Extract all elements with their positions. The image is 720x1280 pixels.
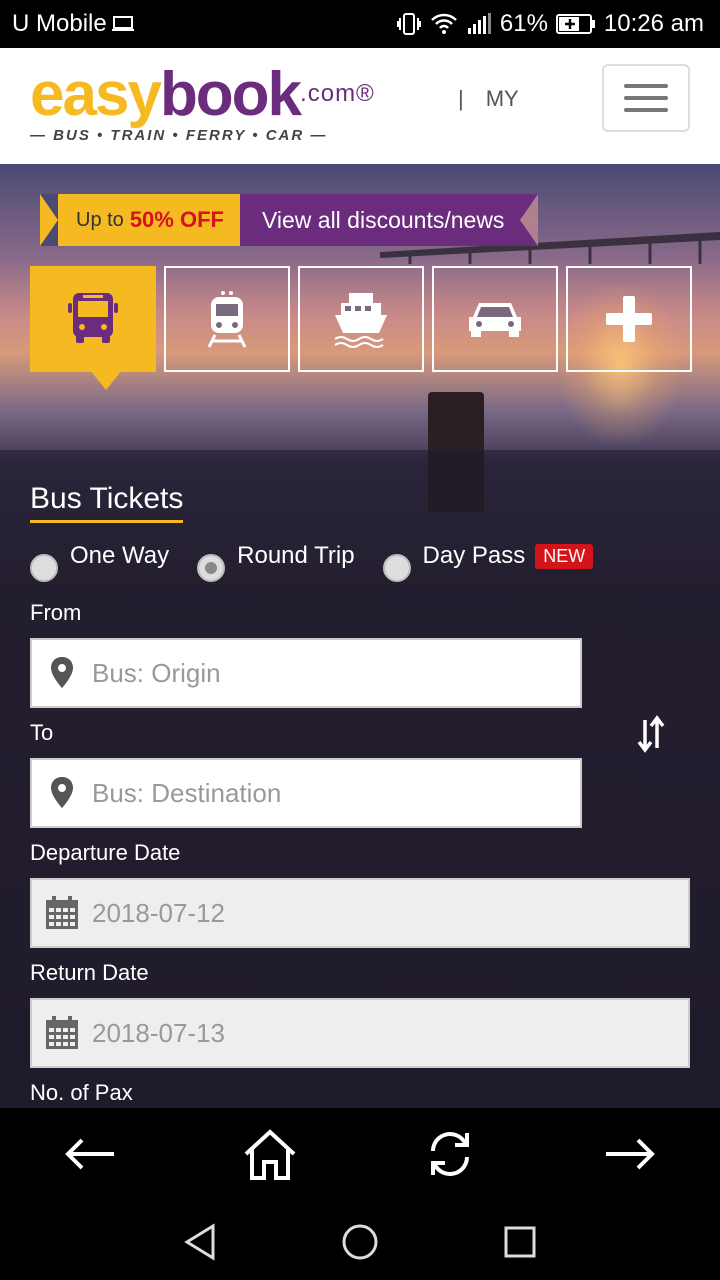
hero-banner: Up to 50% OFF View all discounts/news Bu… bbox=[0, 164, 720, 1108]
train-icon bbox=[207, 291, 247, 348]
radio-label: Round Trip bbox=[237, 542, 355, 569]
country-selector[interactable]: | MY bbox=[458, 86, 519, 112]
radio-button[interactable] bbox=[382, 554, 411, 582]
trip-type-group: One Way Round Trip Day Pass NEW bbox=[30, 542, 621, 582]
status-icons: 61% 10:26 am bbox=[396, 10, 704, 38]
menu-bar-icon bbox=[624, 96, 668, 100]
plus-icon bbox=[606, 296, 652, 342]
nav-back-button[interactable] bbox=[180, 1222, 220, 1262]
battery-percent: 61% bbox=[499, 10, 548, 37]
destination-input[interactable]: Bus: Destination bbox=[92, 778, 281, 809]
refresh-icon bbox=[431, 1132, 469, 1176]
clock: 10:26 am bbox=[603, 10, 704, 37]
triangle-back-icon bbox=[184, 1223, 215, 1261]
radio-day-pass[interactable]: Day Pass NEW bbox=[382, 542, 594, 582]
promo-highlight: 50% OFF bbox=[129, 207, 224, 232]
destination-field[interactable]: Bus: Destination bbox=[30, 758, 582, 828]
carrier-info: U Mobile bbox=[12, 10, 135, 38]
nav-recents-button[interactable] bbox=[500, 1222, 540, 1262]
radio-round-trip[interactable]: Round Trip bbox=[197, 542, 355, 582]
return-date-field[interactable]: 2018-07-13 bbox=[30, 998, 690, 1068]
swap-arrows-icon bbox=[637, 715, 665, 753]
calendar-icon bbox=[32, 1016, 92, 1050]
logo-easy: easy bbox=[30, 60, 162, 129]
to-label: To bbox=[30, 720, 54, 745]
map-pin-icon bbox=[32, 777, 92, 809]
radio-one-way[interactable]: One Way bbox=[30, 542, 169, 582]
carrier-name: U Mobile bbox=[12, 10, 107, 37]
separator: | bbox=[458, 86, 464, 111]
back-button[interactable] bbox=[60, 1124, 120, 1184]
tab-more[interactable] bbox=[566, 266, 692, 372]
tab-car[interactable] bbox=[432, 266, 558, 372]
form-title: Bus Tickets bbox=[30, 482, 184, 523]
menu-bar-icon bbox=[624, 108, 668, 112]
arrow-right-icon bbox=[606, 1138, 655, 1170]
forward-button[interactable] bbox=[600, 1124, 660, 1184]
browser-toolbar bbox=[0, 1108, 720, 1200]
logo-tagline: — BUS • TRAIN • FERRY • CAR — bbox=[30, 127, 328, 144]
signal-icon bbox=[467, 13, 491, 34]
hamburger-menu-button[interactable] bbox=[602, 64, 690, 132]
logo-dotcom: .com® bbox=[300, 80, 375, 107]
system-nav-bar bbox=[0, 1200, 720, 1280]
refresh-button[interactable] bbox=[420, 1124, 480, 1184]
origin-input[interactable]: Bus: Origin bbox=[92, 658, 221, 689]
origin-field[interactable]: Bus: Origin bbox=[30, 638, 582, 708]
logo-book: book bbox=[159, 60, 302, 129]
calendar-icon bbox=[32, 896, 92, 930]
wifi-icon bbox=[430, 13, 457, 34]
circle-home-icon bbox=[342, 1224, 378, 1260]
view-discounts-link[interactable]: View all discounts/news bbox=[239, 194, 539, 246]
battery-charging-icon bbox=[555, 14, 595, 34]
departure-date-value[interactable]: 2018-07-12 bbox=[92, 898, 225, 929]
departure-date-label: Departure Date bbox=[30, 840, 181, 865]
from-label: From bbox=[30, 600, 82, 625]
ferry-icon bbox=[334, 293, 387, 348]
transport-mode-tabs bbox=[30, 266, 692, 390]
nav-home-button[interactable] bbox=[340, 1222, 380, 1262]
vibrate-icon bbox=[396, 13, 421, 35]
country-code: MY bbox=[485, 86, 519, 111]
arrow-left-icon bbox=[65, 1138, 114, 1170]
new-badge: NEW bbox=[535, 544, 594, 569]
radio-button[interactable] bbox=[30, 554, 58, 582]
promo-discount: Up to 50% OFF bbox=[40, 194, 240, 246]
promo-banner[interactable]: Up to 50% OFF View all discounts/news bbox=[40, 194, 539, 246]
status-bar: U Mobile 61% 10:26 am bbox=[0, 0, 720, 48]
map-pin-icon bbox=[32, 657, 92, 689]
menu-bar-icon bbox=[624, 84, 668, 88]
departure-date-field[interactable]: 2018-07-12 bbox=[30, 878, 690, 948]
tab-bus[interactable] bbox=[30, 266, 156, 390]
easybook-logo[interactable]: easybook.com® — BUS • TRAIN • FERRY • CA… bbox=[30, 60, 375, 145]
bus-icon bbox=[68, 293, 118, 343]
car-icon bbox=[469, 303, 521, 337]
tab-ferry[interactable] bbox=[298, 266, 424, 372]
pax-label: No. of Pax bbox=[30, 1080, 133, 1105]
radio-button-checked[interactable] bbox=[197, 554, 226, 582]
home-icon bbox=[244, 1129, 296, 1180]
return-date-value[interactable]: 2018-07-13 bbox=[92, 1018, 225, 1049]
site-header: easybook.com® — BUS • TRAIN • FERRY • CA… bbox=[0, 48, 720, 164]
return-date-label: Return Date bbox=[30, 960, 149, 985]
home-button[interactable] bbox=[240, 1124, 300, 1184]
radio-label: Day Pass bbox=[422, 542, 526, 569]
laptop-icon bbox=[111, 16, 134, 31]
square-recents-icon bbox=[504, 1226, 536, 1258]
tab-train[interactable] bbox=[164, 266, 290, 372]
radio-label: One Way bbox=[70, 542, 170, 569]
swap-locations-button[interactable] bbox=[636, 714, 666, 759]
promo-prefix: Up to bbox=[76, 208, 124, 231]
